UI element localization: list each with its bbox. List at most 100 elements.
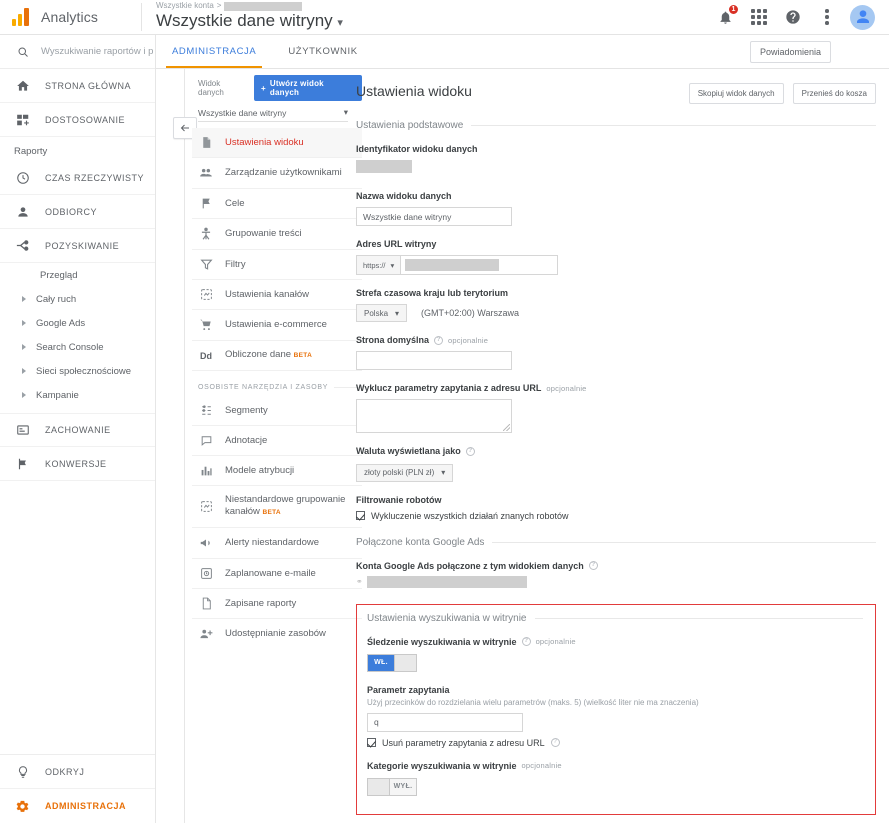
sidebar-subitem-social[interactable]: Sieci społecznościowe <box>0 359 155 383</box>
sidebar-item-discover[interactable]: ODKRYJ <box>0 755 155 789</box>
sidebar-subitem-all-traffic[interactable]: Cały ruch <box>0 287 155 311</box>
help-icon[interactable]: ? <box>465 446 475 456</box>
view-selector-dropdown[interactable]: Wszystkie dane witryny ▾ <box>198 107 348 122</box>
bars-icon <box>198 464 214 477</box>
admin-item-share-assets[interactable]: Udostępnianie zasobów <box>192 619 362 649</box>
help-icon[interactable]: ? <box>521 637 531 646</box>
sidebar-subitem-overview[interactable]: Przegląd <box>0 263 155 287</box>
linked-ads-field: Konta Google Ads połączone z tym widokie… <box>356 561 876 588</box>
acquisition-icon <box>14 238 31 253</box>
top-bar: Analytics Wszystkie konta > Wszystkie da… <box>0 0 889 35</box>
sidebar-bottom-group: ODKRYJ ADMINISTRACJA <box>0 754 155 823</box>
protocol-dropdown[interactable]: https:// ▾ <box>357 256 402 274</box>
notifications-button[interactable]: Powiadomienia <box>749 40 831 63</box>
admin-item-ecommerce-settings[interactable]: Ustawienia e-commerce <box>192 310 362 341</box>
admin-item-custom-channel-grouping[interactable]: Niestandardowe grupowanie kanałów BETA <box>192 486 362 528</box>
admin-item-content-grouping[interactable]: Grupowanie treści <box>192 219 362 250</box>
help-icon[interactable] <box>782 6 804 28</box>
sidebar-subitem-google-ads[interactable]: Google Ads <box>0 311 155 335</box>
currency-dropdown[interactable]: złoty polski (PLN zł) ▾ <box>356 463 454 482</box>
google-ads-section-title: Połączone konta Google Ads <box>356 537 876 548</box>
admin-item-ecommerce-settings-label: Ustawienia e-commerce <box>225 319 327 330</box>
sidebar-item-customization[interactable]: DOSTOSOWANIE <box>0 103 155 137</box>
site-search-section-title: Ustawienia wyszukiwania w witrynie <box>367 613 863 624</box>
sidebar-item-conversions[interactable]: KONWERSJE <box>0 447 155 481</box>
admin-item-custom-alerts[interactable]: Alerty niestandardowe <box>192 528 362 559</box>
view-settings-panel: Ustawienia widoku Skopiuj widok danych P… <box>356 83 876 823</box>
admin-item-segments[interactable]: Segmenty <box>192 396 362 426</box>
admin-item-channel-settings-label: Ustawienia kanałów <box>225 288 309 300</box>
site-search-tracking-toggle[interactable]: WŁ. <box>367 653 417 672</box>
admin-item-user-management[interactable]: Zarządzanie użytkownikami <box>192 158 362 189</box>
website-url-field: Adres URL witryny https:// ▾ <box>356 239 876 275</box>
checkbox-checked-icon[interactable] <box>356 511 365 520</box>
site-search-tracking-label: Śledzenie wyszukiwania w witrynie ? opcj… <box>367 637 863 647</box>
view-name-field: Nazwa widoku danych Wszystkie dane witry… <box>356 191 876 226</box>
sidebar-subitem-campaigns[interactable]: Kampanie <box>0 383 155 407</box>
annotation-icon <box>198 434 214 447</box>
strip-params-checkbox-label: Usuń parametry zapytania z adresu URL <box>382 737 545 748</box>
site-search-categories-toggle[interactable]: WYŁ. <box>367 777 417 796</box>
apps-grid-icon[interactable] <box>748 6 770 28</box>
avatar[interactable] <box>850 4 875 30</box>
view-column-label: Widok danych <box>198 79 224 97</box>
view-selector-value: Wszystkie dane witryny <box>198 107 287 118</box>
site-search-categories-label-text: Kategorie wyszukiwania w witrynie <box>367 760 517 771</box>
help-icon[interactable]: ? <box>434 335 444 345</box>
sidebar-item-acquisition[interactable]: POZYSKIWANIE <box>0 229 155 263</box>
panel-header: Ustawienia widoku Skopiuj widok danych P… <box>356 83 876 104</box>
admin-item-scheduled-emails[interactable]: Zaplanowane e-maile <box>192 559 362 589</box>
checkbox-checked-icon[interactable] <box>367 738 376 747</box>
sidebar-item-home[interactable]: STRONA GŁÓWNA <box>0 69 155 103</box>
admin-item-annotations[interactable]: Adnotacje <box>192 426 362 456</box>
view-id-field: Identyfikator widoku danych <box>356 144 876 178</box>
sidebar-item-behavior[interactable]: ZACHOWANIE <box>0 413 155 447</box>
default-page-label: Strona domyślna ? opcjonalnie <box>356 335 876 345</box>
sidebar-item-admin[interactable]: ADMINISTRACJA <box>0 789 155 823</box>
customization-icon <box>14 113 31 127</box>
default-page-input[interactable] <box>356 351 512 370</box>
admin-item-annotations-label: Adnotacje <box>225 434 268 446</box>
admin-item-goals[interactable]: Cele <box>192 189 362 219</box>
move-to-trash-button[interactable]: Przenieś do kosza <box>792 83 876 104</box>
admin-item-saved-reports[interactable]: Zapisane raporty <box>192 589 362 619</box>
strip-params-checkbox-row[interactable]: Usuń parametry zapytania z adresu URL ? <box>367 738 863 748</box>
sidebar-subitem-search-console[interactable]: Search Console <box>0 335 155 359</box>
bot-filtering-checkbox-row[interactable]: Wykluczenie wszystkich działań znanych r… <box>356 511 876 521</box>
beta-badge: BETA <box>293 352 313 359</box>
sidebar-item-audience[interactable]: ODBIORCY <box>0 195 155 229</box>
more-options-icon[interactable] <box>816 6 838 28</box>
admin-item-attribution-models-label: Modele atrybucji <box>225 464 295 476</box>
site-search-categories-label: Kategorie wyszukiwania w witrynie opcjon… <box>367 761 863 771</box>
exclude-params-textarea[interactable] <box>356 399 512 433</box>
cart-icon <box>198 318 214 332</box>
help-icon[interactable]: ? <box>588 561 598 570</box>
timezone-value: (GMT+02:00) Warszawa <box>421 308 519 318</box>
timezone-country-dropdown[interactable]: Polska ▾ <box>356 304 408 322</box>
query-parameter-input[interactable]: q <box>367 712 523 732</box>
copy-view-button[interactable]: Skopiuj widok danych <box>688 83 784 104</box>
timezone-country-value: Polska <box>364 308 389 318</box>
admin-item-filters[interactable]: Filtry <box>192 250 362 280</box>
site-search-tracking-label-text: Śledzenie wyszukiwania w witrynie <box>367 636 517 647</box>
view-name-input[interactable]: Wszystkie dane witryny <box>356 207 512 226</box>
tab-uzytkownik[interactable]: UŻYTKOWNIK <box>272 35 373 68</box>
logo-area[interactable]: Analytics <box>0 8 137 26</box>
admin-group-title: OSOBISTE NARZĘDZIA I ZASOBY <box>192 371 362 396</box>
view-title[interactable]: Wszystkie dane witryny ▾ <box>156 11 343 33</box>
create-view-button[interactable]: + Utwórz widok danych <box>254 75 362 101</box>
tab-administracja[interactable]: ADMINISTRACJA <box>156 35 272 68</box>
admin-item-calculated-metrics[interactable]: Dd Obliczone dane BETA <box>192 341 362 371</box>
currency-label-text: Waluta wyświetlana jako <box>356 446 461 456</box>
exclude-params-label: Wyklucz parametry zapytania z adresu URL… <box>356 383 876 393</box>
admin-item-view-settings[interactable]: Ustawienia widoku <box>192 128 362 158</box>
account-selector[interactable]: Wszystkie konta > Wszystkie dane witryny… <box>142 1 343 33</box>
page-title: Ustawienia widoku <box>356 83 472 99</box>
admin-item-attribution-models[interactable]: Modele atrybucji <box>192 456 362 486</box>
search-input[interactable]: Wyszukiwanie raportów i p <box>0 35 155 69</box>
notifications-bell-icon[interactable]: 1 <box>712 4 739 30</box>
sidebar-item-realtime[interactable]: CZAS RZECZYWISTY <box>0 161 155 195</box>
admin-item-channel-settings[interactable]: Ustawienia kanałów <box>192 280 362 310</box>
help-icon[interactable]: ? <box>550 738 560 747</box>
view-id-label: Identyfikator widoku danych <box>356 144 478 154</box>
